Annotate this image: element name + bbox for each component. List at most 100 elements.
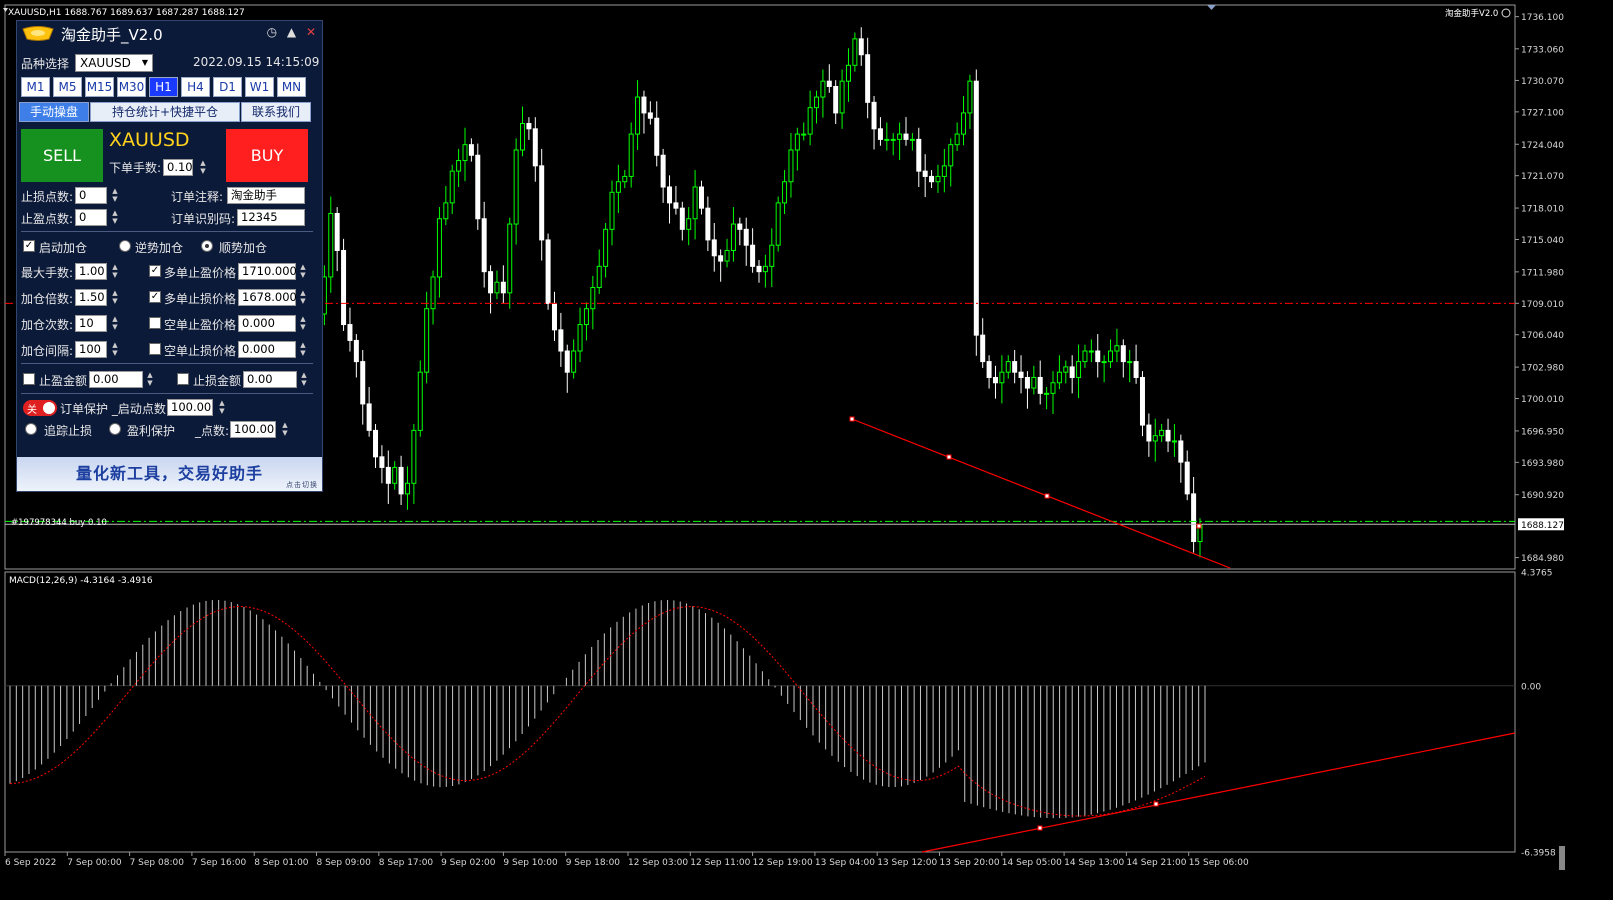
enable-add-checkbox[interactable]: ✓: [23, 240, 35, 252]
timeframe-button-h4[interactable]: H4: [181, 77, 210, 97]
profit-protect-radio[interactable]: [109, 423, 121, 435]
timeframe-button-m5[interactable]: M5: [53, 77, 82, 97]
short-sl-stepper[interactable]: ▲ ▼: [299, 341, 307, 357]
multiplier-stepper[interactable]: ▲ ▼: [111, 289, 119, 305]
candle-body: [328, 212, 334, 278]
order-protect-input[interactable]: 100.00: [167, 399, 213, 416]
long-sl-input[interactable]: 1678.000: [238, 289, 297, 306]
long-sl-stepper[interactable]: ▲ ▼: [299, 289, 307, 305]
divider: [21, 231, 313, 232]
add-times-input[interactable]: 10: [75, 315, 107, 332]
add-times-stepper[interactable]: ▲ ▼: [111, 315, 119, 331]
candle-body: [462, 144, 468, 162]
order-protect-toggle[interactable]: 关: [23, 400, 57, 416]
candle-body: [724, 249, 730, 262]
max-lot-input[interactable]: 1.00: [75, 263, 107, 280]
candle-body: [1152, 435, 1158, 442]
lot-size-input[interactable]: 0.10: [163, 159, 193, 176]
tp-amount-stepper[interactable]: ▲ ▼: [146, 371, 154, 387]
symbol-select[interactable]: XAUUSD ▼: [75, 54, 153, 72]
short-sl-input[interactable]: 0.000: [238, 341, 296, 358]
trendline-anchor[interactable]: [946, 454, 952, 460]
order-protect-toggle-label: 关: [27, 405, 37, 416]
timeframe-button-m15[interactable]: M15: [85, 77, 114, 97]
panel-title-bar[interactable]: 淘金助手_V2.0 ◷ ▲ ✕: [17, 21, 322, 47]
chart-shift-icon[interactable]: [1207, 5, 1216, 10]
points-stepper[interactable]: ▲ ▼: [281, 421, 289, 437]
timeframe-button-mn[interactable]: MN: [277, 77, 306, 97]
multiplier-input[interactable]: 1.50: [75, 289, 107, 306]
counter-trend-radio[interactable]: [119, 240, 131, 252]
trendline-anchor[interactable]: [1196, 523, 1202, 529]
tab-positions-stats[interactable]: 持仓统计+快捷平仓: [90, 102, 240, 122]
add-interval-input[interactable]: 100: [75, 341, 107, 358]
points-input[interactable]: 100.00: [230, 421, 276, 438]
timeframe-button-m30[interactable]: M30: [117, 77, 146, 97]
close-icon[interactable]: ✕: [306, 25, 316, 39]
banner-text: 量化新工具，交易好助手: [75, 464, 263, 483]
candle-body: [392, 466, 398, 484]
add-interval-stepper[interactable]: ▲ ▼: [111, 341, 119, 357]
trendline-anchor[interactable]: [1153, 801, 1159, 807]
trailing-stop-radio[interactable]: [25, 423, 37, 435]
take-profit-points-stepper[interactable]: ▲ ▼: [111, 209, 119, 225]
long-tp-input[interactable]: 1710.000: [238, 263, 297, 280]
tab-manual-trading[interactable]: 手动操盘: [19, 102, 89, 122]
tab-contact-us[interactable]: 联系我们: [241, 102, 311, 122]
time-tick-label: 9 Sep 10:00: [503, 858, 558, 868]
price-tick-label: 1693.980: [1521, 459, 1564, 469]
order-protect-stepper[interactable]: ▲ ▼: [218, 399, 226, 415]
tp-amount-checkbox[interactable]: [23, 373, 35, 385]
macd-trendline[interactable]: [921, 732, 1516, 853]
clock-icon[interactable]: ◷: [267, 25, 277, 39]
long-tp-checkbox[interactable]: ✓: [149, 265, 161, 277]
timeframe-button-m1[interactable]: M1: [21, 77, 50, 97]
candle-body: [948, 144, 954, 167]
long-sl-checkbox[interactable]: ✓: [149, 291, 161, 303]
sell-button[interactable]: SELL: [21, 129, 103, 182]
candle-body: [909, 138, 915, 141]
trendline-anchor[interactable]: [849, 416, 855, 422]
long-tp-stepper[interactable]: ▲ ▼: [299, 263, 307, 279]
sl-amount-checkbox[interactable]: [177, 373, 189, 385]
order-comment-input[interactable]: 淘金助手: [227, 187, 305, 204]
candle-body: [366, 403, 372, 431]
macd-label: MACD(12,26,9) -4.3164 -3.4916: [9, 576, 153, 586]
trendline-anchor[interactable]: [1037, 825, 1043, 831]
sl-amount-input[interactable]: 0.00: [243, 371, 297, 388]
candle-body: [667, 186, 673, 204]
points-label: _点数:: [195, 424, 230, 438]
magic-number-input[interactable]: 12345: [237, 209, 305, 226]
panel-title: 淘金助手_V2.0: [61, 26, 163, 44]
stop-loss-points-stepper[interactable]: ▲ ▼: [111, 187, 119, 203]
candle-body: [1018, 371, 1024, 378]
candle-body: [341, 249, 347, 326]
lot-size-stepper[interactable]: ▲ ▼: [199, 159, 207, 175]
max-lot-stepper[interactable]: ▲ ▼: [111, 263, 119, 279]
candle-body: [801, 133, 807, 136]
candle-body: [986, 361, 992, 378]
macd-tick-label: 4.3765: [1521, 569, 1553, 579]
trendline-anchor[interactable]: [1044, 493, 1050, 499]
short-sl-checkbox[interactable]: [149, 343, 161, 355]
time-tick-label: 12 Sep 19:00: [753, 858, 813, 868]
candle-body: [980, 334, 986, 363]
short-tp-checkbox[interactable]: [149, 317, 161, 329]
candle-body: [545, 239, 551, 304]
stop-loss-points-input[interactable]: 0: [75, 187, 107, 204]
short-tp-stepper[interactable]: ▲ ▼: [299, 315, 307, 331]
with-trend-radio[interactable]: [201, 240, 213, 252]
candle-body: [628, 133, 634, 177]
candle-body: [973, 80, 979, 336]
buy-button[interactable]: BUY: [226, 129, 308, 182]
short-tp-input[interactable]: 0.000: [238, 315, 296, 332]
timeframe-button-w1[interactable]: W1: [245, 77, 274, 97]
tp-amount-input[interactable]: 0.00: [89, 371, 143, 388]
timeframe-button-h1[interactable]: H1: [149, 77, 178, 97]
collapse-icon[interactable]: ▲: [287, 25, 296, 39]
sl-amount-stepper[interactable]: ▲ ▼: [300, 371, 308, 387]
timeframe-button-d1[interactable]: D1: [213, 77, 242, 97]
take-profit-points-input[interactable]: 0: [75, 209, 107, 226]
scrollbar-handle[interactable]: [1559, 846, 1565, 870]
promo-banner[interactable]: 量化新工具，交易好助手 点击切换: [17, 457, 322, 491]
